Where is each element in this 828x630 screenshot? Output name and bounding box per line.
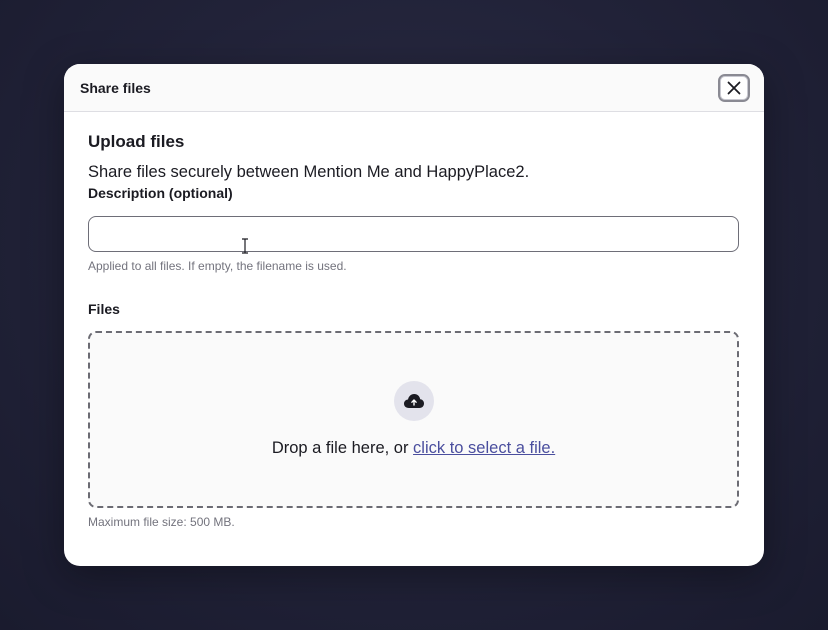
share-files-dialog: Share files Upload files Share files sec…	[64, 64, 764, 566]
close-icon	[727, 81, 741, 94]
dialog-body: Upload files Share files securely betwee…	[64, 112, 764, 529]
dropzone-prompt: Drop a file here, or	[271, 439, 414, 457]
close-button[interactable]	[718, 73, 750, 102]
intro-text: Share files securely between Mention Me …	[88, 163, 530, 181]
cloud-upload-icon	[403, 394, 424, 408]
dropzone-text: Drop a file here, or click to select a f…	[272, 438, 555, 458]
description-label: Description (optional)	[88, 185, 233, 201]
dialog-header: Share files	[64, 64, 764, 112]
file-dropzone[interactable]: Drop a file here, or click to select a f…	[88, 331, 739, 508]
dialog-title: Share files	[80, 79, 151, 96]
section-title: Upload files	[88, 132, 185, 151]
upload-icon-circle	[393, 381, 434, 421]
select-file-link[interactable]: click to select a file.	[413, 439, 555, 457]
description-hint: Applied to all files. If empty, the file…	[88, 259, 347, 273]
files-label: Files	[88, 301, 120, 317]
max-size-hint: Maximum file size: 500 MB.	[88, 515, 235, 529]
description-input[interactable]	[88, 216, 739, 252]
